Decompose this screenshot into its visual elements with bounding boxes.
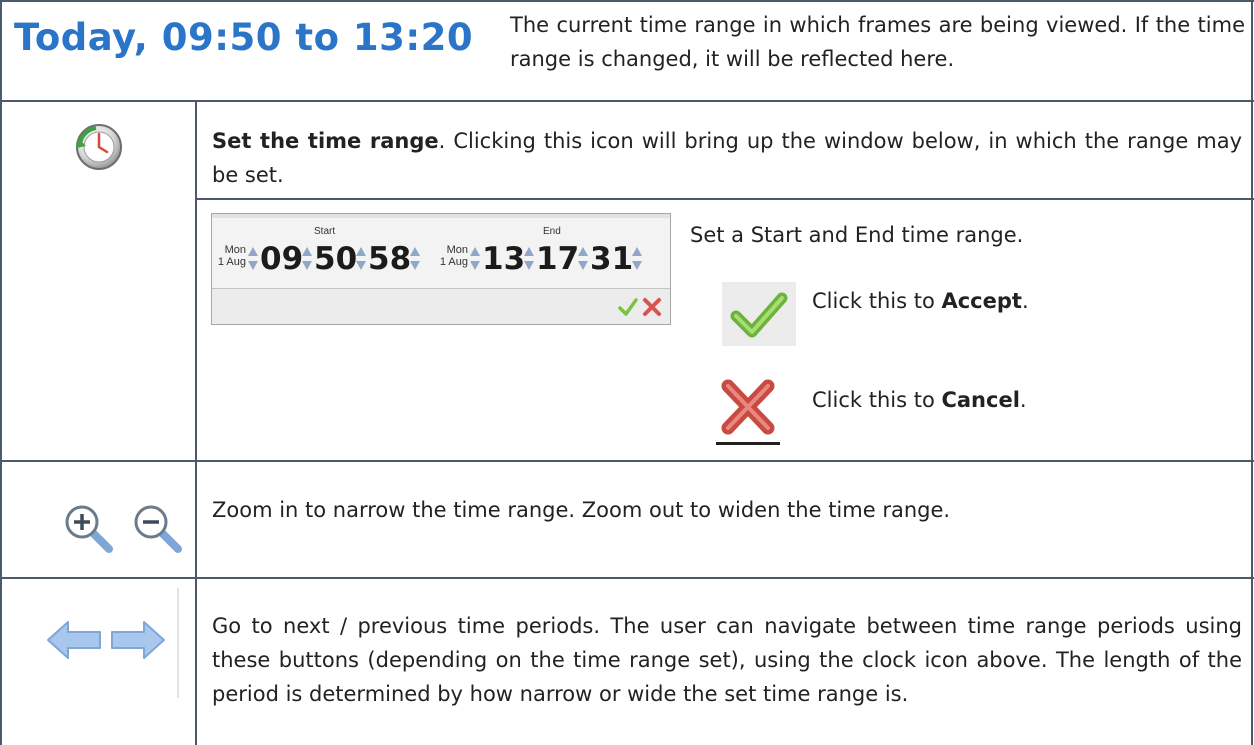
table-border-right (1251, 0, 1253, 745)
end-date-spinner[interactable] (470, 245, 480, 273)
time-range-title: Today, 09:50 to 13:20 (14, 16, 474, 59)
cancel-suffix: . (1019, 388, 1027, 412)
end-second-spinner[interactable] (632, 245, 642, 273)
end-hour[interactable]: 13 (482, 242, 525, 276)
picker-description: Set a Start and End time range. (690, 223, 1024, 247)
navigate-description: Go to next / previous time periods. The … (212, 614, 1242, 706)
table-border-top (0, 0, 1254, 2)
picker-action-bar (212, 288, 670, 324)
picker-accept-button[interactable] (618, 297, 638, 317)
time-range-description: The current time range in which frames a… (510, 13, 1245, 71)
table-border-left (0, 0, 2, 745)
row-divider-2 (0, 460, 1254, 462)
time-range-picker: Start End Mon 1 Aug 09 50 58 Mon 1 Aug 1… (211, 213, 671, 325)
picker-top-strip (212, 214, 670, 218)
set-range-bold: Set the time range (212, 129, 439, 153)
start-weekday: Mon (224, 244, 246, 256)
start-date-spinner[interactable] (248, 245, 258, 273)
start-second[interactable]: 58 (368, 242, 411, 276)
row-divider-3 (0, 577, 1254, 579)
end-hour-spinner[interactable] (524, 245, 534, 273)
zoom-out-icon[interactable] (132, 503, 184, 555)
end-second[interactable]: 31 (590, 242, 633, 276)
zoom-description: Zoom in to narrow the time range. Zoom o… (212, 498, 951, 522)
red-x-icon[interactable] (716, 376, 780, 446)
checkmark-icon[interactable] (722, 282, 796, 346)
zoom-in-icon[interactable] (63, 503, 115, 555)
toolbar-separator (177, 588, 179, 698)
column-divider (195, 100, 197, 745)
clock-history-icon[interactable] (74, 122, 124, 172)
accept-bold: Accept (941, 289, 1022, 313)
cancel-prefix: Click this to (812, 388, 942, 412)
row-divider-1 (0, 100, 1254, 102)
start-hour[interactable]: 09 (260, 242, 303, 276)
accept-prefix: Click this to (812, 289, 942, 313)
start-second-spinner[interactable] (410, 245, 420, 273)
cancel-bold: Cancel (941, 388, 1020, 412)
arrow-left-icon[interactable] (46, 620, 102, 660)
end-minute[interactable]: 17 (536, 242, 579, 276)
accept-suffix: . (1021, 289, 1029, 313)
start-hour-spinner[interactable] (302, 245, 312, 273)
cancel-description: Click this to Cancel. (812, 383, 1027, 417)
end-label: End (543, 226, 561, 237)
set-range-description: Set the time range. Clicking this icon w… (212, 124, 1242, 192)
picker-cancel-button[interactable] (642, 297, 662, 317)
end-date: 1 Aug (439, 256, 468, 268)
arrow-right-icon[interactable] (110, 620, 166, 660)
inner-divider (196, 198, 1254, 200)
start-date: 1 Aug (217, 256, 246, 268)
end-weekday: Mon (446, 244, 468, 256)
start-minute-spinner[interactable] (356, 245, 366, 273)
end-minute-spinner[interactable] (578, 245, 588, 273)
accept-description: Click this to Accept. (812, 284, 1029, 318)
start-minute[interactable]: 50 (314, 242, 357, 276)
start-label: Start (314, 226, 336, 237)
